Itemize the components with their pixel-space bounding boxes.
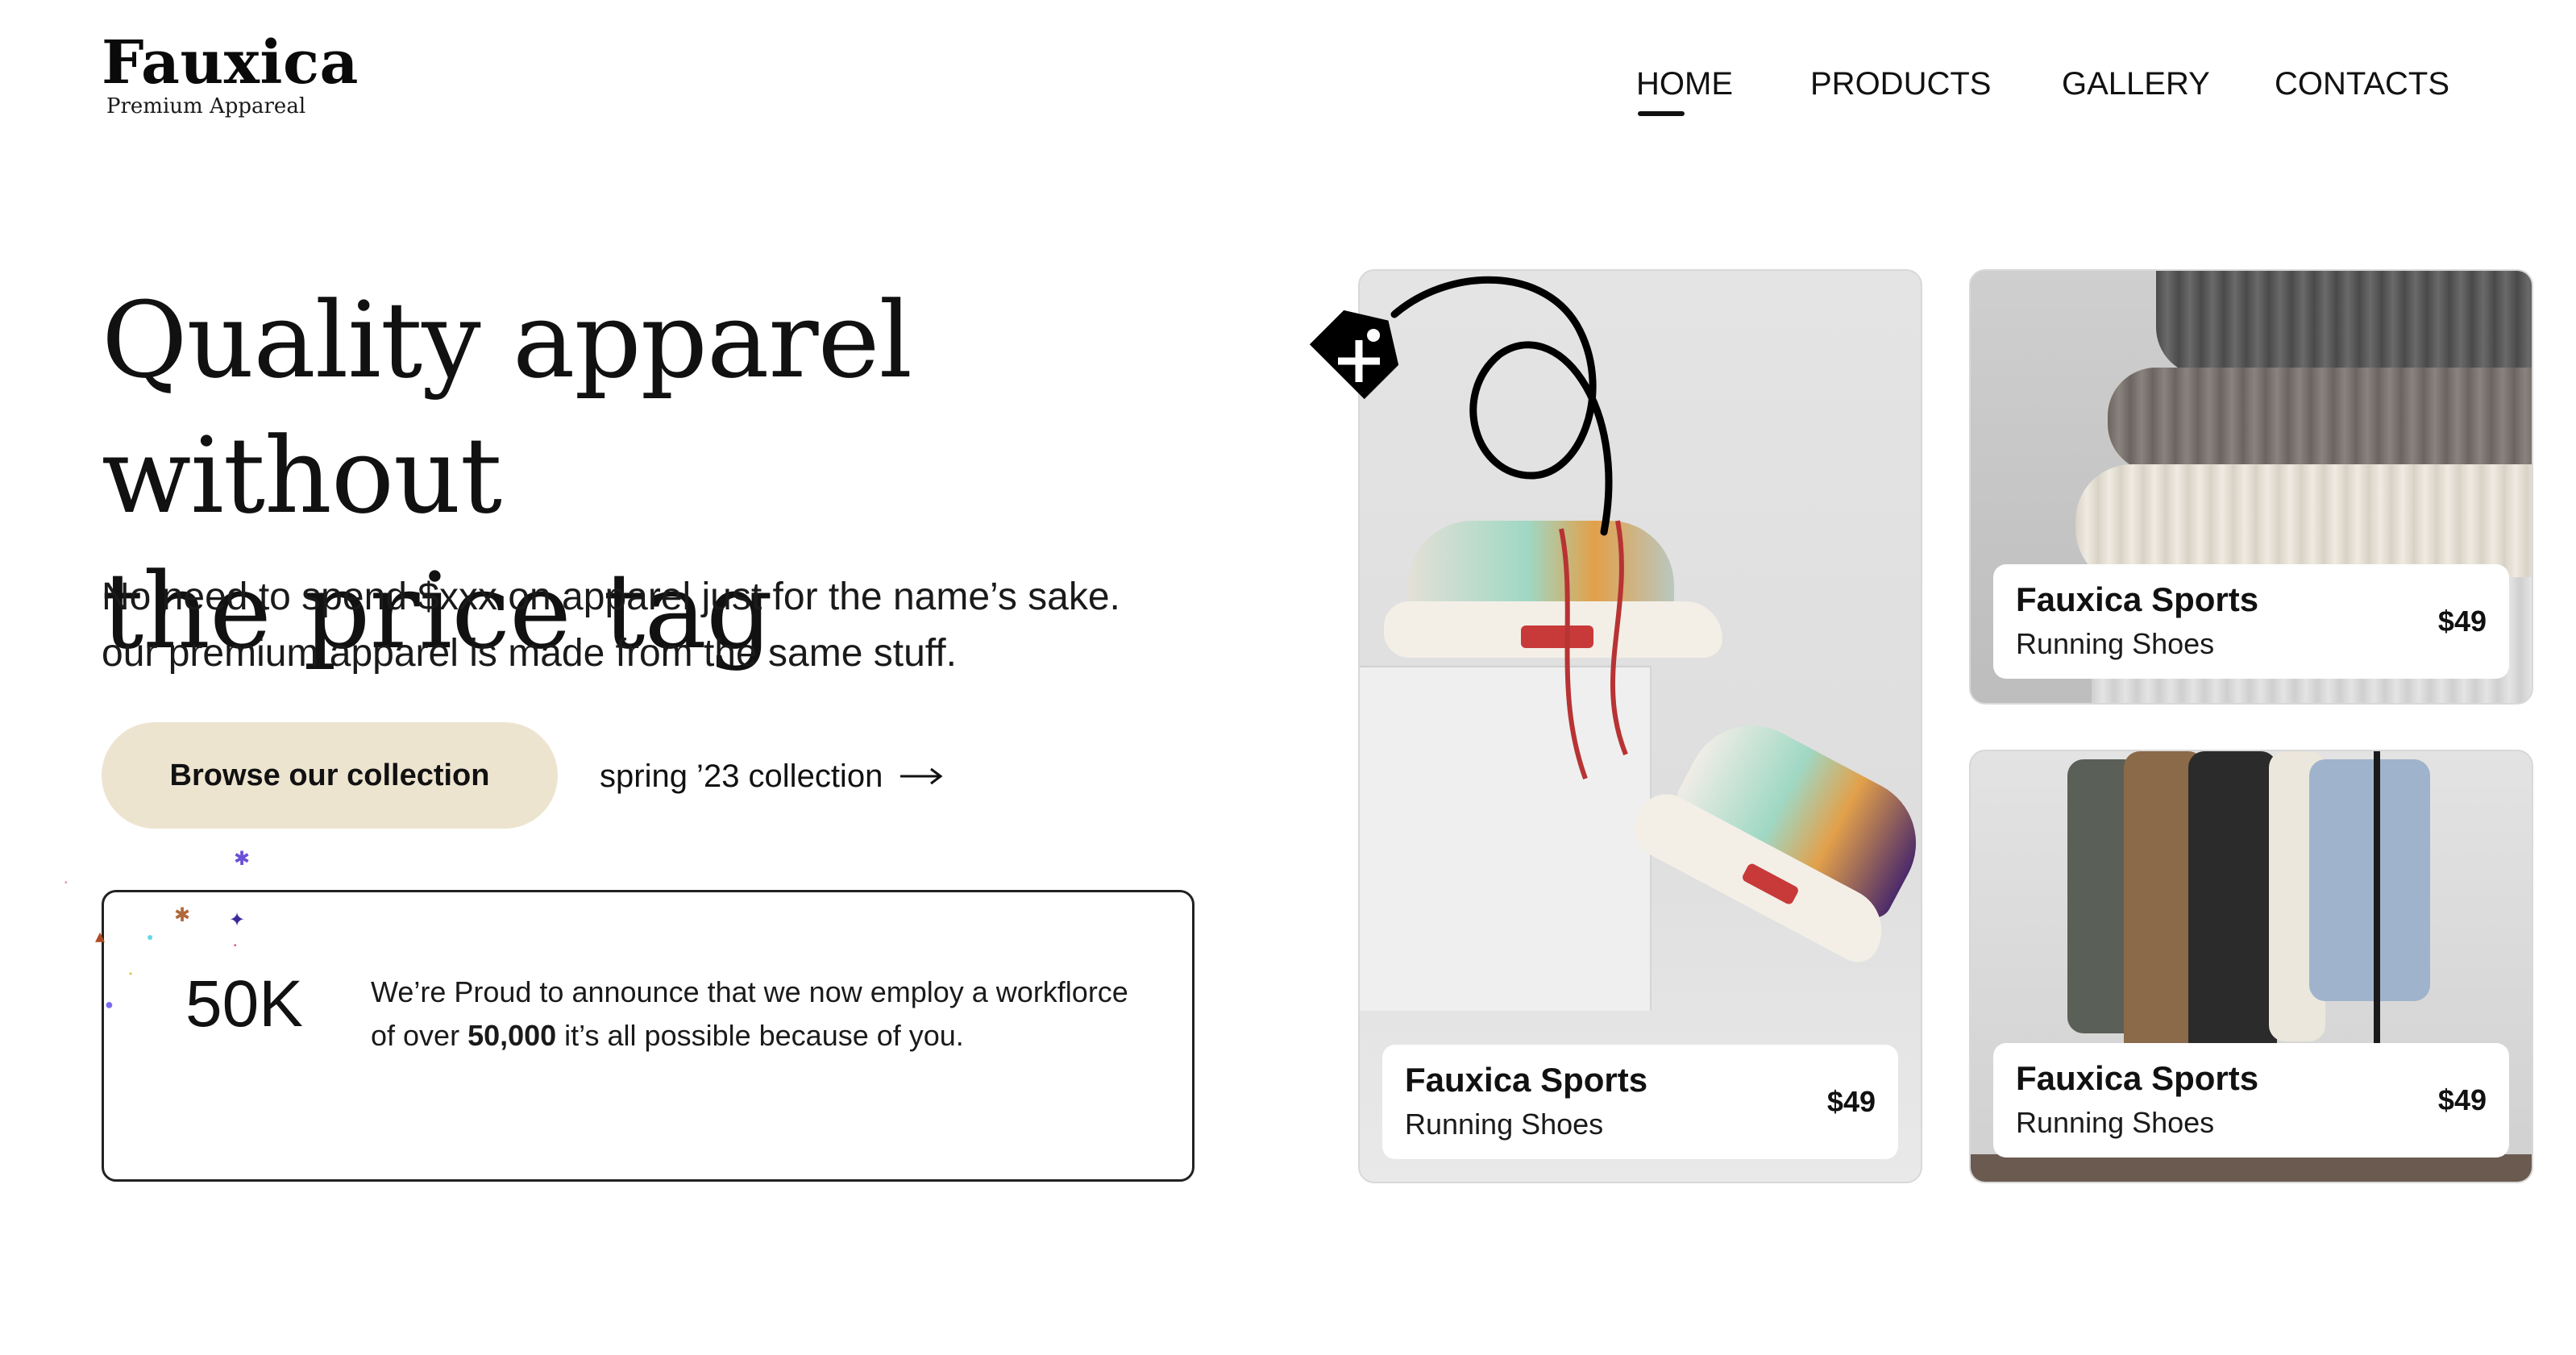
sparkle-icon: ● [147, 930, 154, 943]
browse-collection-button[interactable]: Browse our collection [102, 722, 558, 829]
brand-logo[interactable]: Fauxica [102, 24, 359, 102]
product-card-jackets[interactable]: Fauxica Sports Running Shoes $49 [1969, 750, 2533, 1183]
nav-home[interactable]: HOME [1636, 60, 1733, 108]
sparkle-icon: ✦ [229, 909, 246, 931]
spring-collection-link[interactable]: spring ’23 collection [600, 748, 944, 804]
product-type: Running Shoes [1405, 1108, 1604, 1141]
spring-collection-label: spring ’23 collection [600, 758, 883, 794]
sparkle-icon: • [234, 941, 237, 950]
product-price: $49 [1826, 1085, 1876, 1118]
product-brand: Fauxica Sports [2016, 580, 2259, 618]
sparkle-icon: ✱ [174, 904, 191, 926]
product-type: Running Shoes [2016, 627, 2215, 660]
product-card-sweaters[interactable]: Fauxica Sports Running Shoes $49 [1969, 269, 2533, 705]
product-type: Running Shoes [2016, 1106, 2215, 1139]
product-price: $49 [2437, 605, 2487, 638]
product-info-jackets: Fauxica Sports Running Shoes $49 [1993, 1043, 2509, 1158]
announcement-text-after: it’s all possible because of you. [556, 1019, 964, 1052]
product-info-sweaters: Fauxica Sports Running Shoes $49 [1993, 564, 2509, 679]
arrow-right-icon [900, 767, 943, 785]
product-info-shoes: Fauxica Sports Running Shoes $49 [1382, 1045, 1898, 1159]
sparkle-icon: • [64, 879, 68, 887]
product-brand: Fauxica Sports [1405, 1061, 1648, 1099]
nav-products[interactable]: PRODUCTS [1810, 60, 1991, 108]
announcement-text-bold: 50,000 [467, 1019, 557, 1052]
employee-count: 50K [185, 967, 303, 1041]
sparkle-icon: ● [105, 996, 114, 1012]
hero-subtext: No need to spend $xxx on apparel just fo… [102, 569, 1246, 682]
hero-headline-line1: Quality apparel without [102, 279, 912, 537]
brand-tagline: Premium Appareal [106, 94, 306, 118]
announcement-text: We’re Proud to announce that we now empl… [371, 971, 1145, 1058]
product-brand: Fauxica Sports [2016, 1059, 2259, 1097]
nav-active-indicator [1638, 111, 1685, 116]
nav-contacts[interactable]: CONTACTS [2275, 60, 2449, 108]
sparkle-icon: ✱ [234, 848, 251, 870]
price-tag-icon [1309, 276, 1613, 536]
sparkle-icon: • [129, 968, 133, 979]
sparkle-icon: ▴ [95, 925, 106, 947]
hero-subtext-line1: No need to spend $xxx on apparel just fo… [102, 576, 1120, 618]
hero-subtext-line2: our premium apparel is made from the sam… [102, 632, 957, 675]
product-price: $49 [2437, 1083, 2487, 1116]
nav-gallery[interactable]: GALLERY [2062, 60, 2210, 108]
